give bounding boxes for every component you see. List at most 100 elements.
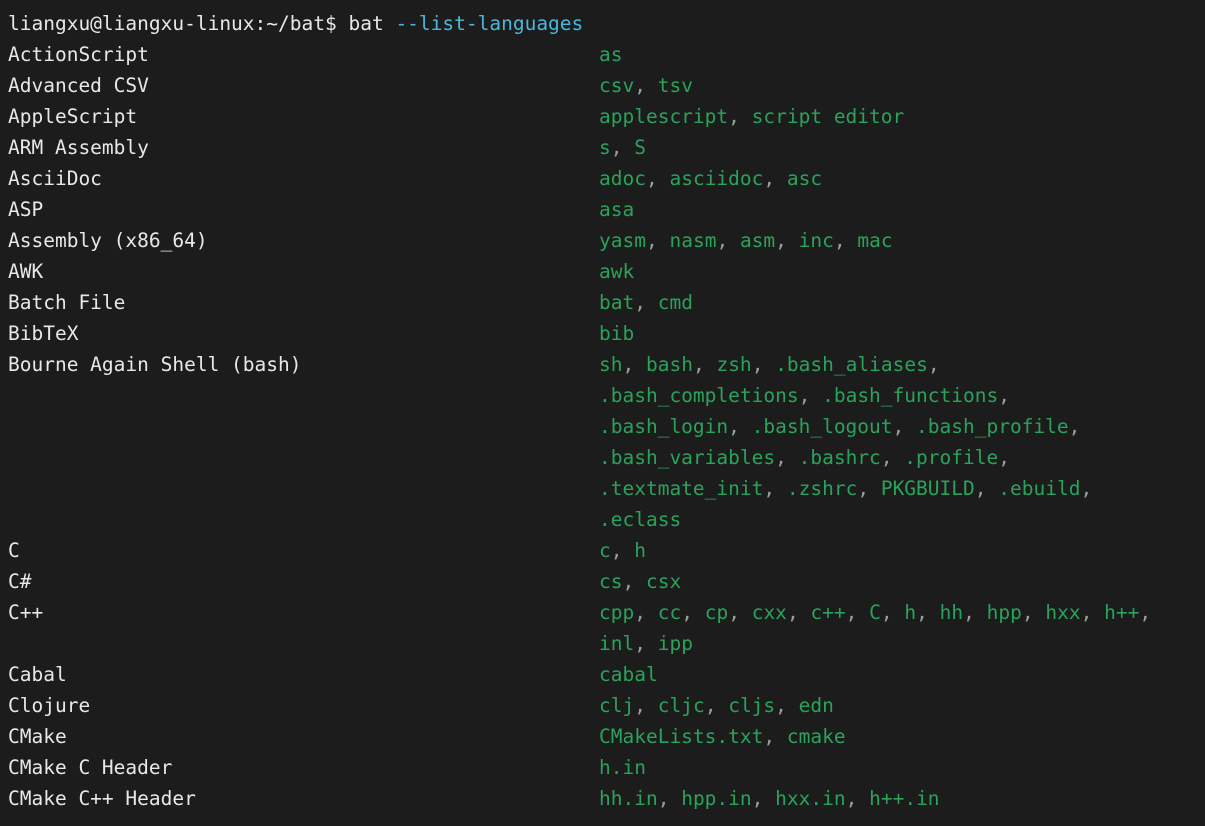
language-name: Batch File [8,287,599,318]
language-name: AppleScript [8,101,599,132]
extension-separator: , [1022,601,1034,624]
language-extensions: .bash_completions, .bash_functions, [599,380,1010,411]
language-row: AsciiDocadoc, asciidoc, asc [8,163,1205,194]
extension-space [763,353,775,376]
extension-token: .bashrc [799,446,881,469]
extension-separator: , [611,136,623,159]
language-name: Clojure [8,690,599,721]
language-row: CMake C Headerh.in [8,752,1205,783]
extension-separator: , [881,446,893,469]
extension-space [775,725,787,748]
language-extensions: c, h [599,535,646,566]
language-name: CMake C++ Header [8,783,599,814]
extension-separator: , [775,229,787,252]
extension-token: cp [705,601,728,624]
extension-space [928,601,940,624]
terminal-window[interactable]: liangxu@liangxu-linux:~/bat$ bat --list-… [0,0,1205,826]
language-name: ASP [8,194,599,225]
extension-token: tsv [658,74,693,97]
extension-separator: , [846,601,858,624]
extension-separator: , [705,694,717,717]
extension-token: CMakeLists.txt [599,725,763,748]
extension-token: bat [599,291,634,314]
extension-space [623,539,635,562]
extension-token: yasm [599,229,646,252]
language-name: BibTeX [8,318,599,349]
extension-separator: , [916,601,928,624]
extension-token: cabal [599,663,658,686]
extension-space [646,74,658,97]
extension-token: bib [599,322,634,345]
extension-space [987,477,999,500]
extension-token: h++ [1104,601,1139,624]
extension-token: applescript [599,105,728,128]
extension-token: s [599,136,611,159]
extension-space [893,601,905,624]
extension-separator: , [681,601,693,624]
extension-token: asciidoc [669,167,763,190]
extension-space [705,353,717,376]
extension-space [646,632,658,655]
language-extensions: awk [599,256,634,287]
language-extensions: cpp, cc, cp, cxx, c++, C, h, hh, hpp, hx… [599,597,1151,628]
extension-space [669,787,681,810]
language-extensions: .bash_variables, .bashrc, .profile, [599,442,1010,473]
extension-separator: , [622,353,634,376]
language-extensions: .eclass [599,504,681,535]
extension-token: S [634,136,646,159]
extension-separator: , [1069,415,1081,438]
prompt-command: bat [348,12,395,35]
language-row: Clojureclj, cljc, cljs, edn [8,690,1205,721]
extension-token: csv [599,74,634,97]
extension-token: clj [599,694,634,717]
language-row: AWKawk [8,256,1205,287]
language-row: Advanced CSVcsv, tsv [8,70,1205,101]
extension-space [634,570,646,593]
extension-separator: , [763,167,775,190]
extension-space [740,105,752,128]
extension-token: edn [799,694,834,717]
language-name: Cabal [8,659,599,690]
language-extensions: hh.in, hpp.in, hxx.in, h++.in [599,783,940,814]
extension-token: cljs [728,694,775,717]
shell-prompt-line: liangxu@liangxu-linux:~/bat$ bat --list-… [8,8,1205,39]
extension-space [975,601,987,624]
extension-separator: , [928,353,940,376]
extension-token: .bash_profile [916,415,1069,438]
extension-token: hxx [1045,601,1080,624]
extension-separator: , [893,415,905,438]
extension-separator: , [728,415,740,438]
extension-token: h.in [599,756,646,779]
language-name: Advanced CSV [8,70,599,101]
extension-separator: , [857,477,869,500]
extension-space [693,601,705,624]
extension-token: awk [599,260,634,283]
extension-space [646,291,658,314]
extension-token: mac [857,229,892,252]
language-row: .bash_variables, .bashrc, .profile, [8,442,1205,473]
extension-space [787,229,799,252]
extension-token: csx [646,570,681,593]
extension-token: .bash_login [599,415,728,438]
extension-separator: , [881,601,893,624]
language-name: ARM Assembly [8,132,599,163]
extension-separator: , [775,694,787,717]
extension-space [740,415,752,438]
extension-token: h++.in [869,787,939,810]
extension-token: cljc [658,694,705,717]
extension-token: .eclass [599,508,681,531]
extension-space [857,787,869,810]
extension-token: hh.in [599,787,658,810]
language-extensions: adoc, asciidoc, asc [599,163,822,194]
extension-separator: , [693,353,705,376]
extension-separator: , [716,229,728,252]
language-row: .eclass [8,504,1205,535]
language-extensions: yasm, nasm, asm, inc, mac [599,225,893,256]
language-name: AWK [8,256,599,287]
extension-separator: , [634,601,646,624]
language-extensions: .textmate_init, .zshrc, PKGBUILD, .ebuil… [599,473,1092,504]
extension-separator: , [1139,601,1151,624]
language-extensions: h.in [599,752,646,783]
language-row: AppleScriptapplescript, script editor [8,101,1205,132]
extension-token: .profile [904,446,998,469]
